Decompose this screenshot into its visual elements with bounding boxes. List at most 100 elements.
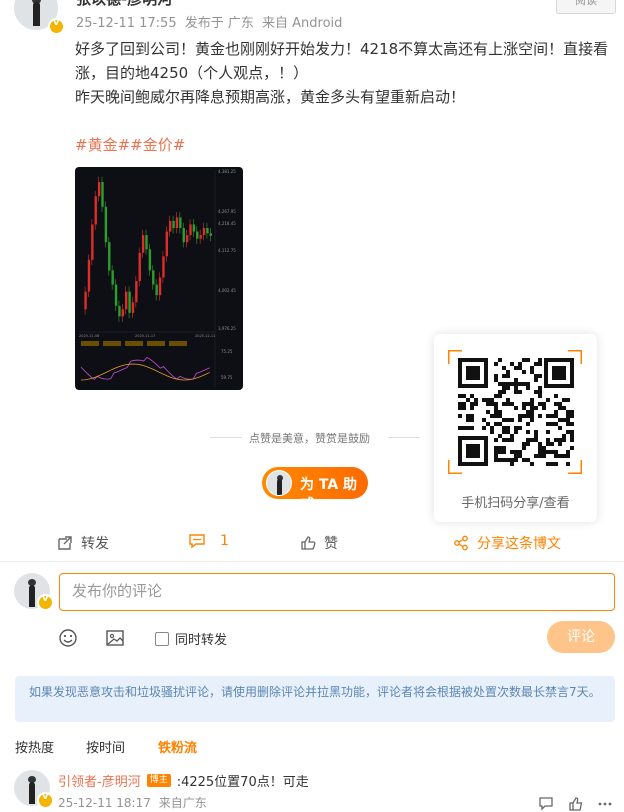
candle-body xyxy=(175,217,179,229)
price-axis-label: 4,381.25 xyxy=(218,169,236,174)
candle-body xyxy=(165,231,168,257)
candle-body xyxy=(209,233,212,236)
notice-text: 如果发现恶意攻击和垃圾骚扰评论，请使用删除评论并拉黑功能，评论者将会根据被处置次… xyxy=(29,685,601,699)
candle-body xyxy=(162,256,165,278)
like-label: 赞 xyxy=(324,536,338,552)
moderation-notice: 如果发现恶意攻击和垃圾骚扰评论，请使用删除评论并拉黑功能，评论者将会根据被处置次… xyxy=(15,676,615,722)
share-icon xyxy=(454,535,468,551)
support-caption: 点赞是美意，赞赏是鼓励 xyxy=(249,432,370,445)
post-text-line: 昨天晚间鲍威尔再降息预期高涨，黄金多头有望重新启动！ xyxy=(75,88,466,106)
support-divider-left xyxy=(210,437,242,438)
repost-icon xyxy=(58,536,72,550)
sort-by-fans[interactable]: 铁粉流 xyxy=(158,737,197,756)
indicator-line xyxy=(80,356,210,380)
candle-body xyxy=(94,196,97,225)
candle-body xyxy=(206,228,209,234)
share-action[interactable]: 分享这条博文 xyxy=(453,533,561,553)
image-icon[interactable] xyxy=(105,628,125,648)
comment-input[interactable]: 发布你的评论 xyxy=(59,573,615,611)
indicator-axis-label: 59.75 xyxy=(221,375,233,380)
candle-body xyxy=(131,302,135,313)
post-timestamp[interactable]: 25-12-11 17:55 xyxy=(76,16,177,31)
date-axis-label: 2025-11-17 xyxy=(135,334,155,338)
chart-toolbar-chip xyxy=(169,341,187,346)
candle-body xyxy=(189,224,192,236)
chart-toolbar-chip xyxy=(147,341,165,346)
post-tags[interactable]: #黄金##金价# xyxy=(75,134,185,155)
date-axis-label: 2025-11-06 xyxy=(79,334,99,338)
candle-body xyxy=(179,217,182,229)
date-axis-label: 2025-12-11 xyxy=(195,334,215,338)
candle-body xyxy=(148,249,152,271)
post-text-line: 涨，目的地4250（个人观点，！） xyxy=(75,64,309,82)
candle-body xyxy=(172,220,175,229)
candle-body xyxy=(111,270,114,285)
repost-toggle-label: 同时转发 xyxy=(175,633,228,648)
price-axis-label: 4,002.45 xyxy=(218,288,236,293)
candle-body xyxy=(182,228,185,243)
reply-icon[interactable] xyxy=(538,796,554,812)
chart-image[interactable]: 4,381.25 4,267.95 4,218.45 4,112.75 4,002.45… xyxy=(75,167,243,390)
chart-toolbar-chip xyxy=(125,341,143,346)
candle-body xyxy=(169,220,172,232)
price-axis-label: 4,218.45 xyxy=(218,221,236,226)
comment-text: :4225位置70点！可走 xyxy=(176,775,309,790)
more-icon[interactable] xyxy=(597,796,613,812)
candle-body xyxy=(135,281,138,303)
candle-body xyxy=(91,224,94,260)
repost-label: 转发 xyxy=(81,536,109,552)
post-text-line: 好多了回到公司！黄金也刚刚好开始发力！4218不算太高还有上涨空间！直接看 xyxy=(75,40,609,58)
user-verified-icon xyxy=(37,593,54,611)
candle-body xyxy=(118,305,121,317)
candle-body xyxy=(121,309,124,317)
support-button[interactable]: 为 TA 助威 xyxy=(262,467,368,513)
candle-body xyxy=(114,284,118,306)
sort-by-time[interactable]: 按时间 xyxy=(86,737,125,756)
post-meta: 25-12-11 17:55 发布于 广东 来自 Android xyxy=(76,12,342,31)
comment-placeholder: 发布你的评论 xyxy=(72,582,163,600)
qr-caption: 手机扫码分享/查看 xyxy=(461,496,570,511)
candle-body xyxy=(128,291,131,313)
candlestick-chart: 4,381.25 4,267.95 4,218.45 4,112.75 4,002.45… xyxy=(79,169,236,387)
candle-body xyxy=(104,206,108,243)
candle-body xyxy=(138,252,141,282)
candle-body xyxy=(199,235,202,239)
blogger-badge: 博主 xyxy=(146,774,171,787)
comment-like-icon[interactable] xyxy=(568,796,584,812)
support-avatar xyxy=(266,470,292,496)
emoji-icon[interactable] xyxy=(58,628,78,648)
candle-body xyxy=(108,242,111,271)
author-name[interactable]: 张以德-彦明河 xyxy=(76,0,172,9)
candle-body xyxy=(145,235,148,250)
candle-body xyxy=(87,259,91,292)
sort-by-hot[interactable]: 按热度 xyxy=(15,737,54,756)
candle-body xyxy=(185,235,189,243)
indicator-axis-label: 75.25 xyxy=(221,349,233,354)
candle-body xyxy=(192,224,196,232)
candle-body xyxy=(141,235,145,253)
repost-toggle[interactable]: 同时转发 xyxy=(155,629,227,648)
comment-icon xyxy=(189,534,205,549)
comment-action[interactable]: 1 xyxy=(188,533,229,549)
candle-body xyxy=(196,231,199,239)
like-action[interactable]: 赞 xyxy=(300,533,338,553)
candle-body xyxy=(97,182,101,197)
verified-badge-icon xyxy=(48,17,65,35)
chart-toolbar-chip xyxy=(81,341,99,346)
follow-button[interactable]: 阅读 xyxy=(556,0,616,14)
price-axis-label: 4,267.95 xyxy=(218,209,236,214)
commenter-name[interactable]: 引领者-彦明河 xyxy=(58,771,141,790)
repost-checkbox[interactable] xyxy=(155,631,169,646)
comment-meta: 25-12-11 18:17 来自广东 xyxy=(58,794,207,811)
candle-body xyxy=(158,277,162,296)
post-text: 好多了回到公司！黄金也刚刚好开始发力！4218不算太高还有上涨空间！直接看 涨，… xyxy=(75,37,620,109)
like-icon xyxy=(301,536,316,550)
commenter-verified-icon xyxy=(37,791,54,809)
submit-comment-button[interactable]: 评论 xyxy=(547,621,615,653)
support-divider-right xyxy=(388,437,420,438)
post-location: 发布于 广东 xyxy=(184,16,254,31)
follow-label: 阅读 xyxy=(575,0,597,7)
chart-toolbar-chip xyxy=(103,341,121,346)
repost-action[interactable]: 转发 xyxy=(57,533,109,553)
action-divider xyxy=(0,561,624,562)
